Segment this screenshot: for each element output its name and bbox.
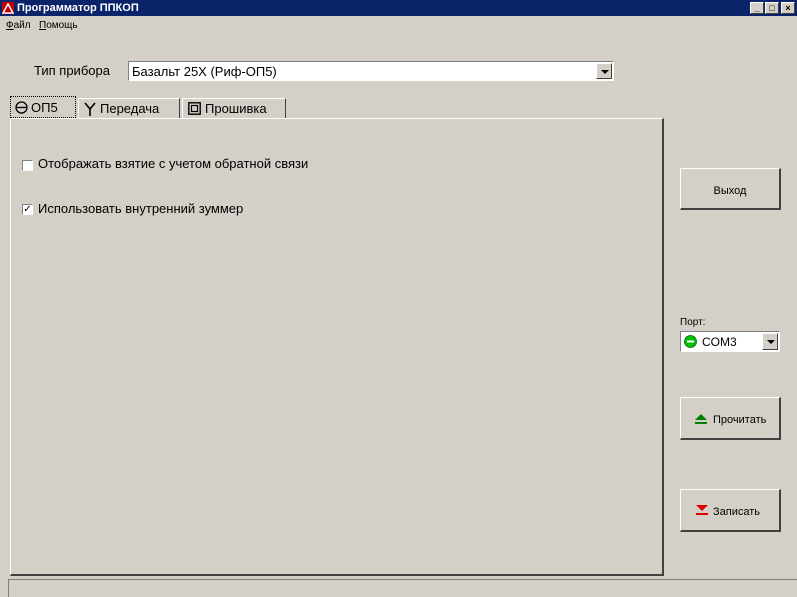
device-type-value: Базальт 25Х (Риф-ОП5) (132, 64, 277, 79)
menu-file[interactable]: Файл (6, 20, 31, 31)
port-select[interactable]: COM3 (680, 331, 780, 352)
app-icon (2, 2, 14, 14)
window-title: Программатор ППКОП (17, 2, 139, 14)
device-type-label: Тип прибора (34, 63, 110, 78)
antenna-icon (84, 102, 96, 116)
device-type-select[interactable]: Базальт 25Х (Риф-ОП5) (128, 61, 614, 81)
status-bar (8, 579, 797, 597)
tab-panel (10, 118, 664, 576)
port-label: Порт: (680, 317, 706, 328)
feedback-checkbox-label: Отображать взятие с учетом обратной связ… (38, 156, 309, 171)
tab-op5[interactable]: ОП5 (10, 96, 76, 118)
tab-firmware[interactable]: Прошивка (182, 98, 286, 118)
tab-transfer[interactable]: Передача (78, 98, 180, 118)
minimize-button[interactable]: _ (750, 2, 764, 14)
exit-button[interactable]: Выход (680, 168, 781, 210)
buzzer-checkbox[interactable]: ✓ (22, 204, 33, 215)
menu-help[interactable]: Помощь (39, 20, 78, 31)
port-status-icon (684, 335, 697, 348)
chip-icon (188, 102, 201, 115)
close-button[interactable]: × (781, 2, 795, 14)
maximize-button[interactable]: □ (765, 2, 779, 14)
down-arrow-icon (696, 505, 708, 515)
write-button[interactable]: Записать (680, 489, 781, 532)
read-button[interactable]: Прочитать (680, 397, 781, 440)
minus-circle-icon (15, 101, 28, 114)
chevron-down-icon[interactable] (762, 333, 778, 350)
chevron-down-icon[interactable] (596, 63, 612, 79)
title-bar: Программатор ППКОП _ □ × (0, 0, 797, 16)
port-value: COM3 (702, 335, 737, 349)
buzzer-checkbox-label: Использовать внутренний зуммер (38, 201, 244, 216)
eject-icon (695, 414, 707, 424)
feedback-checkbox[interactable] (22, 160, 33, 171)
